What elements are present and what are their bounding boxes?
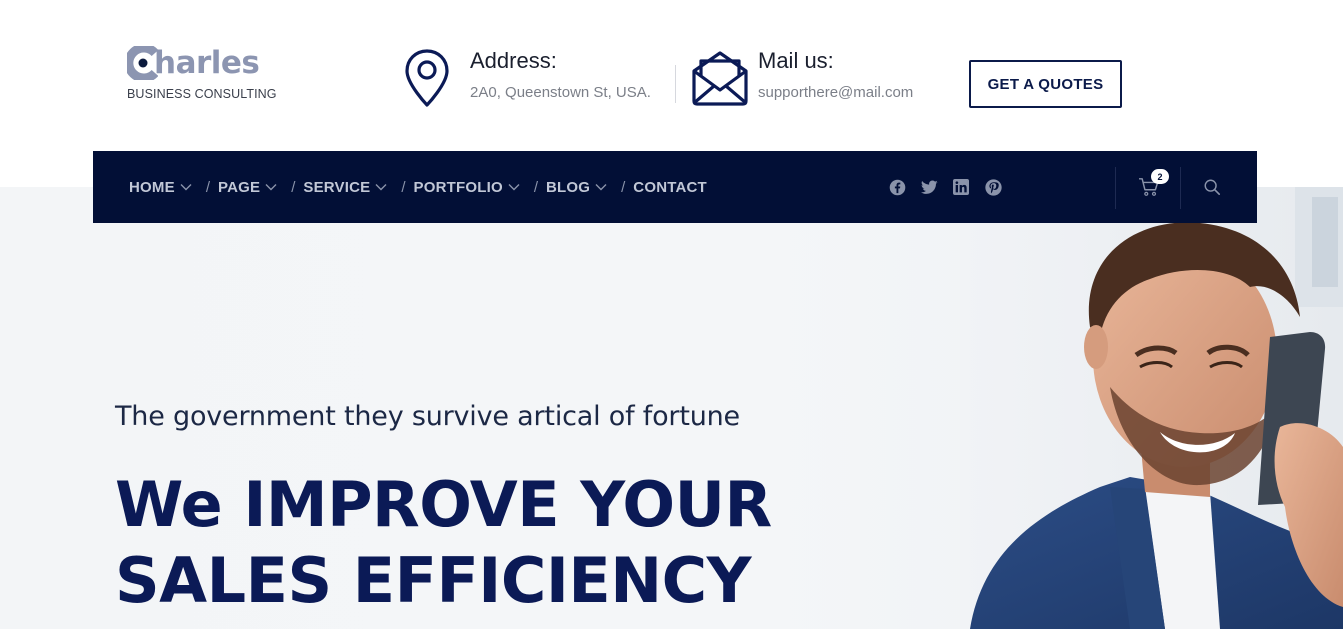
nav-item-home[interactable]: HOME — [129, 179, 192, 196]
chevron-down-icon — [375, 184, 387, 191]
logo-name: harles — [154, 45, 260, 81]
linkedin-icon[interactable] — [952, 178, 970, 196]
map-pin-icon — [402, 47, 460, 109]
nav-item-label: PORTFOLIO — [413, 178, 503, 196]
envelope-icon — [690, 47, 748, 109]
cart-count-badge: 2 — [1151, 169, 1169, 184]
nav-divider — [1180, 167, 1181, 209]
hero-subtitle: The government they survive artical of f… — [115, 401, 740, 432]
nav-separator: / — [291, 178, 296, 196]
nav-item-blog[interactable]: BLOG — [546, 179, 607, 196]
chevron-down-icon — [180, 184, 192, 191]
mail-block: Mail us: supporthere@mail.com — [690, 47, 913, 109]
businessman-photo — [960, 187, 1343, 629]
mail-title: Mail us: — [758, 48, 834, 73]
chevron-down-icon — [508, 184, 520, 191]
chevron-down-icon — [265, 184, 277, 191]
nav-item-label: CONTACT — [633, 178, 707, 196]
chevron-down-icon — [595, 184, 607, 191]
nav-menu: HOME / PAGE / SERVICE / PORTFOLIO / BLOG… — [129, 151, 707, 223]
hero-title-line-2: SALES EFFICIENCY — [115, 544, 752, 617]
hero-title: We IMPROVE YOUR SALES EFFICIENCY — [115, 467, 772, 619]
nav-separator: / — [621, 178, 626, 196]
address-value: 2A0, Queenstown St, USA. — [470, 84, 651, 101]
address-title: Address: — [470, 48, 557, 73]
nav-separator: / — [533, 178, 538, 196]
hero-title-line-1: We IMPROVE YOUR — [115, 468, 772, 541]
nav-item-label: SERVICE — [303, 178, 371, 196]
logo-subtitle: BUSINESS CONSULTING — [127, 87, 277, 101]
address-block: Address: 2A0, Queenstown St, USA. — [402, 47, 651, 109]
logo-c-icon — [127, 46, 158, 80]
pinterest-icon[interactable] — [984, 178, 1002, 196]
nav-item-portfolio[interactable]: PORTFOLIO — [414, 179, 520, 196]
nav-item-label: BLOG — [545, 178, 591, 196]
search-icon[interactable] — [1203, 178, 1221, 196]
nav-item-label: HOME — [129, 178, 175, 196]
brand-logo[interactable]: harles BUSINESS CONSULTING — [127, 44, 277, 101]
twitter-icon[interactable] — [920, 178, 938, 196]
logo-wordmark: harles — [127, 44, 277, 82]
mail-value[interactable]: supporthere@mail.com — [758, 84, 913, 101]
facebook-icon[interactable] — [888, 178, 906, 196]
hero-section: The government they survive artical of f… — [0, 187, 1343, 629]
get-quote-button[interactable]: GET A QUOTES — [969, 60, 1122, 108]
nav-item-label: PAGE — [217, 178, 261, 196]
social-links — [888, 151, 1002, 223]
nav-divider — [1115, 167, 1116, 209]
nav-separator: / — [205, 178, 210, 196]
contact-divider — [675, 65, 676, 103]
main-nav: HOME / PAGE / SERVICE / PORTFOLIO / BLOG… — [93, 151, 1257, 223]
nav-item-page[interactable]: PAGE — [218, 179, 277, 196]
nav-item-service[interactable]: SERVICE — [303, 179, 387, 196]
nav-item-contact[interactable]: CONTACT — [633, 179, 707, 196]
nav-separator: / — [401, 178, 406, 196]
